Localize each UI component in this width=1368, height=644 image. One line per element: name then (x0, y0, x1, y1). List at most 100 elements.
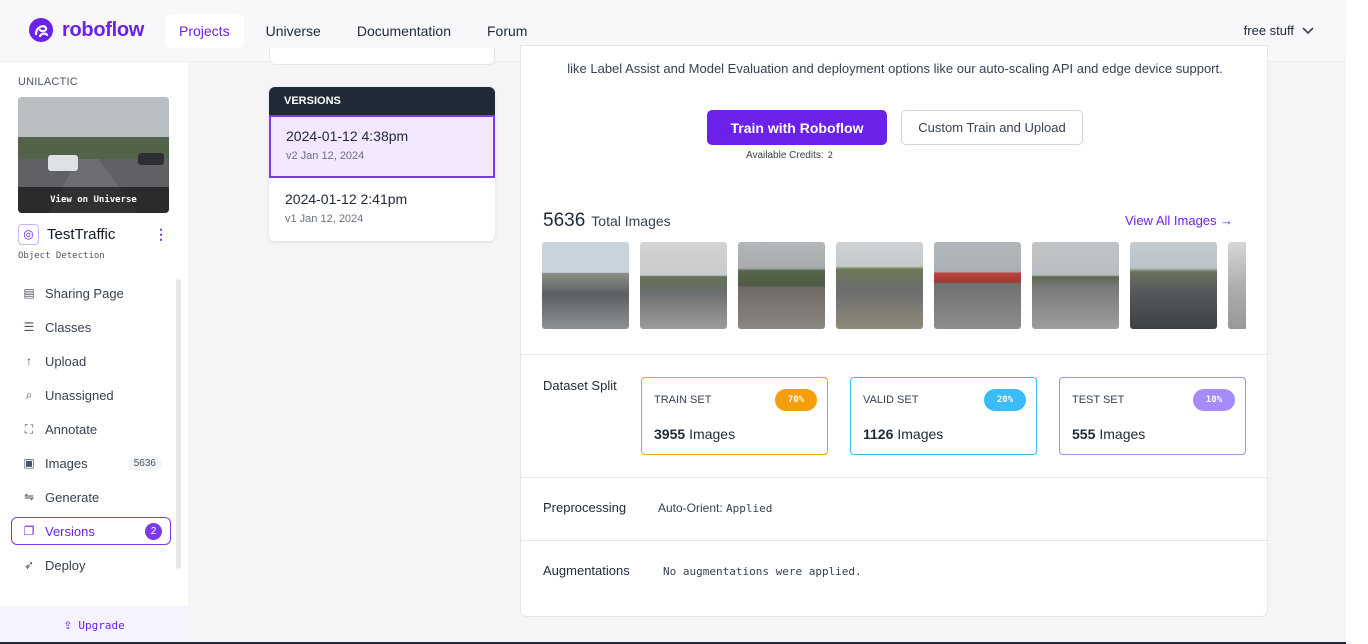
nav-projects[interactable]: Projects (165, 14, 244, 48)
project-sidebar: UNILACTIC View on Universe ◎ TestTraffic… (0, 62, 188, 644)
split-count-value: 3955 (654, 426, 686, 442)
list-icon: ☰ (23, 320, 35, 334)
section-divider (521, 354, 1267, 355)
section-divider (521, 540, 1267, 541)
upgrade-button[interactable]: ⇪ Upgrade (0, 606, 188, 644)
train-description: like Label Assist and Model Evaluation a… (567, 61, 1223, 76)
workspace-menu[interactable]: free stuff (1244, 23, 1314, 38)
sidebar-item-label: Deploy (45, 557, 86, 573)
gallery-image[interactable] (1032, 242, 1119, 329)
previous-card-edge (269, 48, 495, 65)
available-credits: Available Credits: 2 (746, 150, 833, 161)
sidebar-item-unassigned[interactable]: ⌕ Unassigned (11, 381, 171, 409)
document-icon: ▤ (23, 286, 35, 300)
more-options-icon[interactable]: ⋮ (154, 226, 168, 243)
sidebar-item-sharing-page[interactable]: ▤ Sharing Page (11, 279, 171, 307)
version-item[interactable]: 2024-01-12 4:38pm v2 Jan 12, 2024 (269, 115, 495, 178)
version-title: 2024-01-12 2:41pm (285, 191, 408, 207)
sidebar-item-versions[interactable]: ❐ Versions 2 (11, 517, 171, 545)
total-images: 5636 Total Images (543, 210, 671, 232)
sidebar-item-deploy[interactable]: ➶ Deploy (11, 551, 171, 579)
sidebar-item-images[interactable]: ▣ Images 5636 (11, 449, 171, 477)
view-all-images-link[interactable]: View All Images → (1125, 213, 1233, 228)
nav-documentation[interactable]: Documentation (343, 14, 465, 48)
view-on-universe-button[interactable]: View on Universe (18, 187, 169, 213)
brand-name: roboflow (62, 18, 145, 41)
sidebar-scrollbar[interactable] (176, 279, 181, 569)
credits-label: Available Credits: (746, 150, 824, 161)
custom-train-upload-button[interactable]: Custom Train and Upload (901, 110, 1083, 145)
gallery-image[interactable] (738, 242, 825, 329)
train-with-roboflow-button[interactable]: Train with Roboflow (707, 110, 887, 145)
arrow-up-icon: ↑ (26, 354, 32, 368)
split-name: TEST SET (1072, 394, 1125, 406)
rocket-icon: ➶ (23, 558, 35, 572)
versions-list: VERSIONS 2024-01-12 4:38pm v2 Jan 12, 20… (269, 87, 495, 241)
generate-icon: ⇋ (23, 490, 35, 504)
globe-icon: ◎ (18, 223, 39, 245)
annotate-icon: ⛶ (24, 421, 34, 436)
credits-value: 2 (827, 151, 834, 161)
sidebar-item-label: Versions (45, 523, 95, 539)
sidebar-item-label: Unassigned (45, 387, 114, 403)
split-count: 555 Images (1072, 426, 1145, 442)
search-icon: ⌕ (25, 387, 33, 402)
gallery-image[interactable] (1228, 242, 1246, 329)
version-subtitle: v1 Jan 12, 2024 (285, 213, 364, 225)
sidebar-item-generate[interactable]: ⇋ Generate (11, 483, 171, 511)
sidebar-item-label: Classes (45, 319, 92, 335)
sidebar-item-annotate[interactable]: ⛶ Annotate (11, 415, 171, 443)
split-percent-badge: 20% (984, 389, 1026, 411)
total-images-label: Total Images (591, 213, 671, 229)
split-count: 3955 Images (654, 426, 735, 442)
dataset-split-label: Dataset Split (543, 378, 617, 393)
upgrade-label: Upgrade (78, 618, 125, 632)
window-edge (1346, 0, 1368, 644)
gallery-image[interactable] (640, 242, 727, 329)
images-icon: ▣ (23, 456, 35, 470)
gallery-image[interactable] (1130, 242, 1217, 329)
sidebar-item-classes[interactable]: ☰ Classes (11, 313, 171, 341)
versions-icon: ❐ (23, 524, 35, 538)
nav-forum[interactable]: Forum (473, 14, 541, 48)
sidebar-item-label: Images (45, 455, 88, 471)
split-count: 1126 Images (863, 426, 943, 442)
split-count-value: 555 (1072, 426, 1096, 442)
version-item[interactable]: 2024-01-12 2:41pm v1 Jan 12, 2024 (269, 178, 495, 241)
split-name: TRAIN SET (654, 394, 712, 406)
project-header: ◎ TestTraffic ⋮ (18, 223, 168, 245)
split-count-unit: Images (897, 426, 944, 442)
version-details-card: like Label Assist and Model Evaluation a… (520, 45, 1268, 617)
train-set-card[interactable]: TRAIN SET 70% 3955 Images (641, 377, 828, 455)
gallery-image[interactable] (542, 242, 629, 329)
section-divider (521, 477, 1267, 478)
split-count-unit: Images (689, 426, 736, 442)
versions-header: VERSIONS (269, 87, 495, 115)
test-set-card[interactable]: TEST SET 10% 555 Images (1059, 377, 1246, 455)
preprocessing-value: Auto-Orient: Applied (658, 501, 772, 515)
roboflow-logo[interactable]: roboflow (28, 17, 144, 43)
augmentations-value: No augmentations were applied. (663, 565, 862, 578)
sidebar-menu: ▤ Sharing Page ☰ Classes ↑ Upload ⌕ Unas… (11, 279, 171, 585)
valid-set-card[interactable]: VALID SET 20% 1126 Images (850, 377, 1037, 455)
split-percent-badge: 70% (775, 389, 817, 411)
gallery-image[interactable] (934, 242, 1021, 329)
split-percent-badge: 10% (1193, 389, 1235, 411)
images-count-badge: 5636 (127, 455, 162, 471)
sidebar-item-label: Upload (45, 353, 87, 369)
project-thumbnail[interactable]: View on Universe (18, 97, 169, 213)
preprocessing-status: Applied (726, 502, 773, 515)
gallery-image[interactable] (836, 242, 923, 329)
split-count-unit: Images (1099, 426, 1146, 442)
project-name: TestTraffic (47, 225, 116, 243)
workspace-name: UNILACTIC (18, 76, 78, 88)
nav-universe[interactable]: Universe (252, 14, 335, 48)
main-nav: Projects Universe Documentation Forum (165, 14, 541, 48)
version-title: 2024-01-12 4:38pm (286, 128, 409, 144)
sidebar-item-label: Sharing Page (45, 285, 124, 301)
sidebar-item-upload[interactable]: ↑ Upload (11, 347, 171, 375)
chevron-down-icon (1302, 26, 1314, 34)
preprocessing-key: Auto-Orient: (658, 501, 723, 515)
workspace-menu-label: free stuff (1243, 23, 1294, 38)
sidebar-item-label: Annotate (45, 421, 98, 437)
